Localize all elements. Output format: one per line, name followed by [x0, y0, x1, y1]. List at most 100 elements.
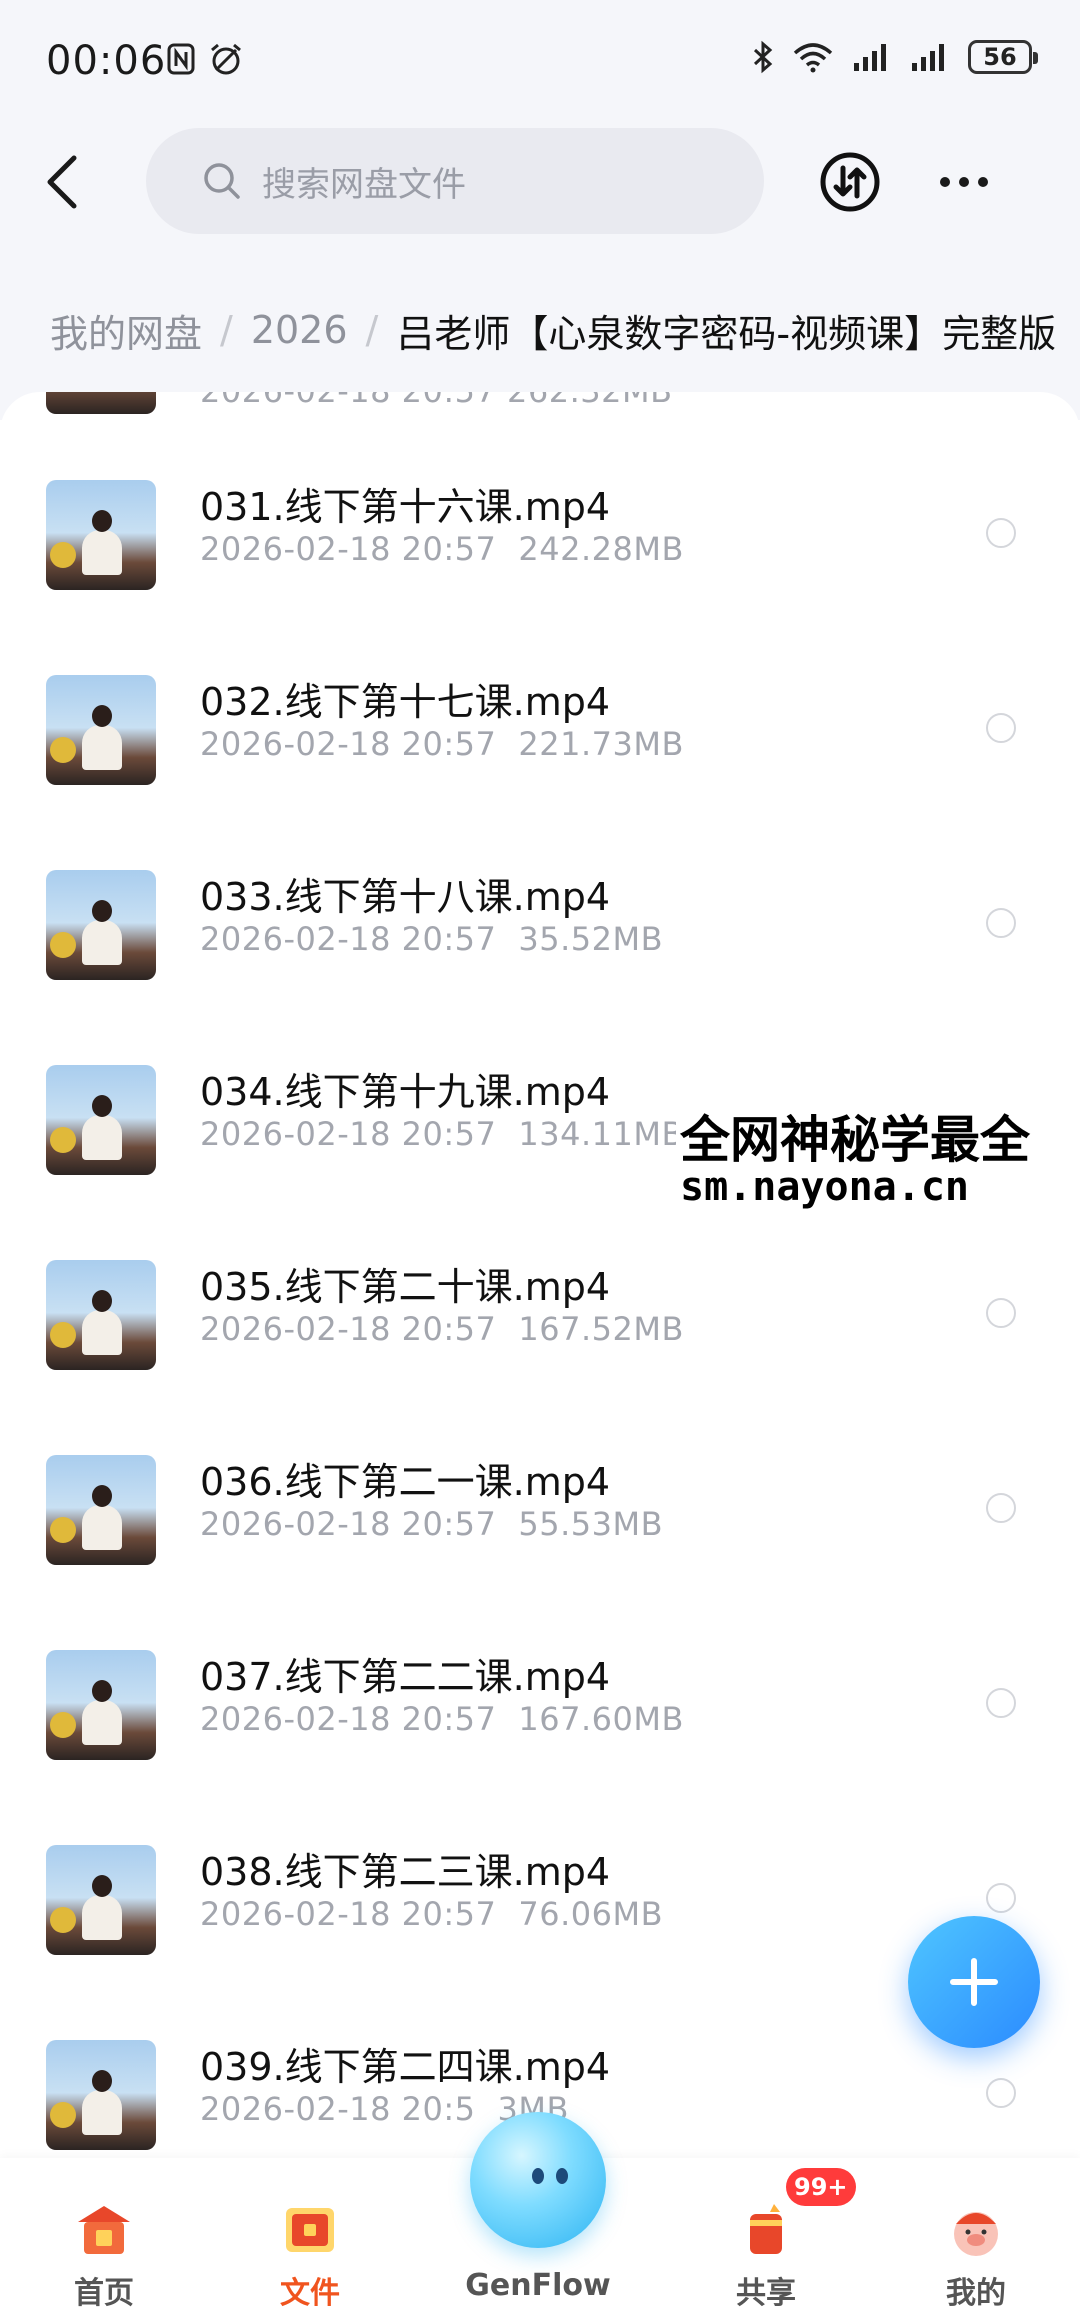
file-name: 032.线下第十七课.mp4 — [200, 680, 611, 724]
transfer-button[interactable] — [818, 150, 882, 214]
select-checkbox[interactable] — [986, 713, 1016, 743]
file-size: 134.11MB — [518, 1115, 684, 1153]
alarm-icon — [211, 43, 241, 75]
select-checkbox[interactable] — [986, 1493, 1016, 1523]
more-button[interactable] — [940, 166, 1004, 198]
share-badge: 99+ — [786, 2168, 856, 2206]
nav-label-genflow: GenFlow — [465, 2268, 611, 2303]
file-meta: 2026-02-18 20:57 55.53MB — [200, 1505, 663, 1543]
thumbnail-figure — [82, 1505, 122, 1550]
nfc-icon — [167, 43, 195, 75]
select-checkbox[interactable] — [986, 2078, 1016, 2108]
select-checkbox[interactable] — [986, 518, 1016, 548]
thumbnail-figure-head — [92, 2070, 112, 2092]
thumbnail-figure — [82, 530, 122, 575]
file-row[interactable]: 031.线下第十六课.mp4 2026-02-18 20:57 242.28MB — [0, 480, 1080, 675]
breadcrumb-item-current: 吕老师【心泉数字密码-视频课】完整版 — [396, 311, 1057, 356]
back-button[interactable] — [40, 152, 88, 212]
nav-item-profile[interactable]: 我的 — [896, 2158, 1056, 2324]
breadcrumb: 我的网盘 / 2026 / 吕老师【心泉数字密码-视频课】完整版 — [50, 300, 1080, 360]
file-row[interactable]: 035.线下第二十课.mp4 2026-02-18 20:57 167.52MB — [0, 1260, 1080, 1455]
file-name: 033.线下第十八课.mp4 — [200, 875, 611, 919]
thumbnail-flower — [50, 542, 76, 568]
file-row[interactable]: 032.线下第十七课.mp4 2026-02-18 20:57 221.73MB — [0, 675, 1080, 870]
file-date: 2026-02-18 — [200, 725, 391, 763]
file-name: 038.线下第二三课.mp4 — [200, 1850, 611, 1894]
more-dot — [978, 177, 988, 187]
file-icon — [286, 2208, 334, 2252]
genflow-eye — [556, 2168, 568, 2184]
thumbnail-figure-head — [92, 900, 112, 922]
file-time: 20:57 — [401, 1310, 497, 1348]
file-list[interactable]: 2026-02-18 20:57 262.32MB 031.线下第十六课.mp4… — [0, 392, 1080, 2157]
profile-icon — [954, 2212, 998, 2256]
breadcrumb-separator: / — [365, 308, 379, 352]
video-thumbnail — [46, 1845, 156, 1955]
file-size: 242.28MB — [518, 530, 684, 568]
file-date: 2026-02-18 — [200, 1700, 391, 1738]
file-size: 167.52MB — [518, 1310, 684, 1348]
thumbnail-figure — [82, 1895, 122, 1940]
home-icon — [78, 2206, 130, 2254]
thumbnail-figure — [82, 920, 122, 965]
file-meta: 2026-02-18 20:57 167.52MB — [200, 1310, 684, 1348]
video-thumbnail — [46, 1650, 156, 1760]
thumbnail-figure-head — [92, 1485, 112, 1507]
file-meta: 2026-02-18 20:57 242.28MB — [200, 530, 684, 568]
file-date: 2026-02-18 — [200, 1115, 391, 1153]
file-time: 20:57 — [401, 920, 497, 958]
nav-item-home[interactable]: 首页 — [24, 2158, 184, 2324]
wifi-icon — [793, 43, 833, 73]
breadcrumb-item-root[interactable]: 我的网盘 — [50, 303, 202, 358]
nav-item-files[interactable]: 文件 — [230, 2158, 390, 2324]
file-time: 20:5 — [401, 2090, 476, 2128]
watermark-title: 全网神秘学最全 — [680, 1111, 1030, 1169]
breadcrumb-item-year[interactable]: 2026 — [251, 308, 348, 352]
status-time: 00:06 — [46, 38, 167, 84]
chevron-left-icon — [47, 155, 77, 209]
signal-icon — [854, 44, 886, 71]
select-checkbox[interactable] — [986, 1688, 1016, 1718]
select-checkbox[interactable] — [986, 908, 1016, 938]
bluetooth-icon — [753, 40, 773, 74]
file-meta: 2026-02-18 20:57 134.11MB — [200, 1115, 684, 1153]
file-name: 039.线下第二四课.mp4 — [200, 2045, 611, 2089]
video-thumbnail — [46, 1455, 156, 1565]
file-time: 20:57 — [401, 1115, 497, 1153]
file-size: 221.73MB — [518, 725, 684, 763]
thumbnail-figure — [82, 1700, 122, 1745]
file-name: 031.线下第十六课.mp4 — [200, 485, 611, 529]
video-thumbnail — [46, 2040, 156, 2150]
add-button[interactable] — [908, 1916, 1040, 2048]
file-date: 2026-02-18 — [200, 530, 391, 568]
search-placeholder: 搜索网盘文件 — [262, 164, 466, 205]
thumbnail-flower — [50, 737, 76, 763]
video-thumbnail — [46, 480, 156, 590]
file-meta: 2026-02-18 20:57 35.52MB — [200, 920, 663, 958]
search-input[interactable]: 搜索网盘文件 — [146, 128, 764, 234]
file-meta: 2026-02-18 20:57 167.60MB — [200, 1700, 684, 1738]
genflow-eye — [532, 2168, 544, 2184]
status-left-icons — [166, 42, 244, 76]
file-meta: 2026-02-18 20:57 221.73MB — [200, 725, 684, 763]
select-checkbox[interactable] — [986, 1298, 1016, 1328]
file-row[interactable]: 037.线下第二二课.mp4 2026-02-18 20:57 167.60MB — [0, 1650, 1080, 1845]
video-thumbnail — [46, 675, 156, 785]
file-date: 2026-02-18 — [200, 2090, 391, 2128]
file-row[interactable]: 033.线下第十八课.mp4 2026-02-18 20:57 35.52MB — [0, 870, 1080, 1065]
select-checkbox[interactable] — [986, 1883, 1016, 1913]
thumbnail-figure-head — [92, 705, 112, 727]
watermark-url: sm.nayona.cn — [680, 1164, 969, 1210]
video-thumbnail — [46, 1260, 156, 1370]
file-size: 167.60MB — [518, 1700, 684, 1738]
file-name: 034.线下第十九课.mp4 — [200, 1070, 611, 1114]
file-time: 20:57 — [401, 1505, 497, 1543]
thumbnail-figure — [82, 725, 122, 770]
file-meta: 2026-02-18 20:57 76.06MB — [200, 1895, 663, 1933]
thumbnail-flower — [50, 1907, 76, 1933]
signal-icon — [912, 44, 944, 71]
genflow-icon[interactable] — [470, 2112, 606, 2248]
breadcrumb-separator: / — [220, 308, 233, 352]
file-row[interactable]: 036.线下第二一课.mp4 2026-02-18 20:57 55.53MB — [0, 1455, 1080, 1650]
file-time: 20:57 — [401, 1895, 497, 1933]
